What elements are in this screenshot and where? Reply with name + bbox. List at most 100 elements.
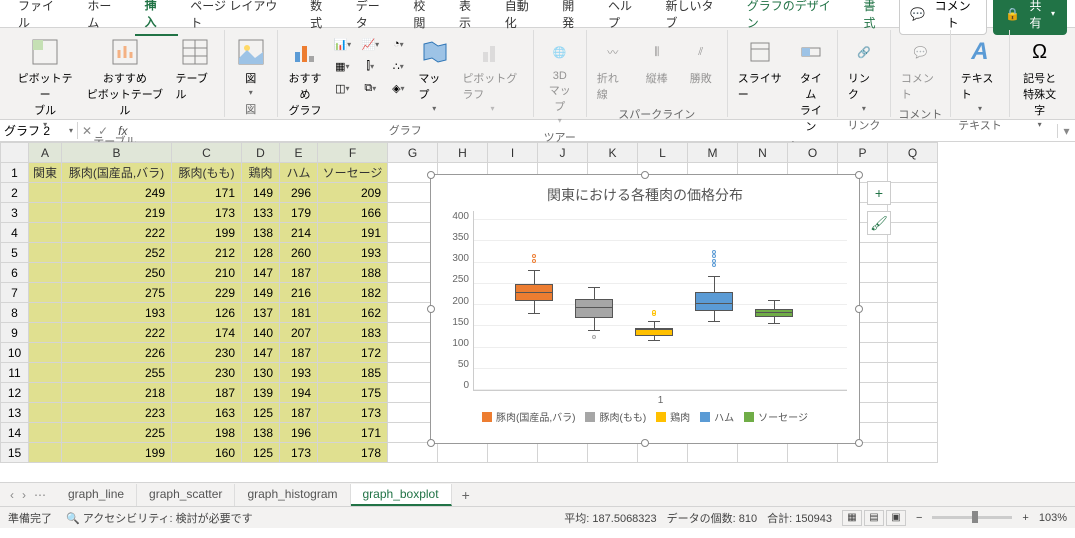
cell[interactable]: 172 <box>318 343 388 363</box>
cell[interactable]: 260 <box>280 243 318 263</box>
col-header-C[interactable]: C <box>172 143 242 163</box>
legend-item[interactable]: 豚肉(もも) <box>585 409 646 424</box>
worksheet-grid[interactable]: A B C D E F G H I J K L M N O P Q 1 関東 豚… <box>0 142 1075 482</box>
cell[interactable]: 193 <box>62 303 172 323</box>
cell[interactable]: 222 <box>62 223 172 243</box>
cell[interactable]: 196 <box>280 423 318 443</box>
cell[interactable]: 255 <box>62 363 172 383</box>
new-sheet-button[interactable]: + <box>452 487 480 503</box>
cell[interactable]: 140 <box>242 323 280 343</box>
sparkline-winloss-button[interactable]: ⫽勝敗 <box>681 34 721 88</box>
cell[interactable] <box>29 343 62 363</box>
tab-menu-icon[interactable]: ⋯ <box>34 488 46 502</box>
cell[interactable]: 199 <box>172 223 242 243</box>
cell[interactable]: 187 <box>172 383 242 403</box>
tab-next-icon[interactable]: › <box>22 488 26 502</box>
view-pagelayout-button[interactable]: ▤ <box>864 510 884 526</box>
legend-item[interactable]: 鶏肉 <box>656 409 690 424</box>
cell[interactable]: 194 <box>280 383 318 403</box>
row-header[interactable]: 7 <box>1 283 29 303</box>
cell[interactable]: 126 <box>172 303 242 323</box>
table-button[interactable]: テーブル <box>171 34 217 104</box>
pie-chart-button[interactable]: ◔▾ <box>386 34 410 54</box>
timeline-button[interactable]: タイム ライン <box>791 34 831 136</box>
chart-elements-button[interactable]: + <box>867 181 891 205</box>
cell[interactable]: 218 <box>62 383 172 403</box>
cell[interactable]: 173 <box>318 403 388 423</box>
row-header[interactable]: 10 <box>1 343 29 363</box>
cell[interactable]: 198 <box>172 423 242 443</box>
cell[interactable]: 125 <box>242 443 280 463</box>
cell[interactable]: 193 <box>318 243 388 263</box>
cell[interactable] <box>29 403 62 423</box>
recommend-pivot-button[interactable]: おすすめ ピボットテーブル <box>82 34 167 120</box>
map3d-button[interactable]: 🌐3D マップ▾ <box>540 34 580 127</box>
zoom-slider[interactable] <box>932 516 1012 519</box>
cell[interactable]: 171 <box>172 183 242 203</box>
col-header-B[interactable]: B <box>62 143 172 163</box>
chart-plot-area[interactable]: 1 <box>473 211 847 391</box>
cell[interactable]: 187 <box>280 343 318 363</box>
cell[interactable]: 147 <box>242 343 280 363</box>
zoom-out-button[interactable]: − <box>916 512 922 524</box>
cell[interactable]: 275 <box>62 283 172 303</box>
cell[interactable]: 252 <box>62 243 172 263</box>
cell[interactable]: 豚肉(国産品,バラ) <box>62 163 172 183</box>
hierarchy-chart-button[interactable]: ▦▾ <box>330 56 354 76</box>
col-header-I[interactable]: I <box>488 143 538 163</box>
cell[interactable] <box>29 203 62 223</box>
cell[interactable] <box>29 243 62 263</box>
zoom-level[interactable]: 103% <box>1039 512 1067 524</box>
cell[interactable] <box>29 223 62 243</box>
name-box[interactable]: グラフ 2▾ <box>0 122 78 139</box>
row-header[interactable]: 1 <box>1 163 29 183</box>
status-accessibility[interactable]: 🔍 アクセシビリティ: 検討が必要です <box>66 510 253 526</box>
cell[interactable] <box>29 383 62 403</box>
row-header[interactable]: 8 <box>1 303 29 323</box>
waterfall-chart-button[interactable]: ◫▾ <box>330 78 354 98</box>
cell[interactable]: 181 <box>280 303 318 323</box>
legend-item[interactable]: ハム <box>700 409 734 424</box>
row-header[interactable]: 11 <box>1 363 29 383</box>
cell[interactable] <box>29 443 62 463</box>
row-header[interactable]: 15 <box>1 443 29 463</box>
cell[interactable]: 関東 <box>29 163 62 183</box>
cell[interactable]: 230 <box>172 343 242 363</box>
legend-item[interactable]: ソーセージ <box>744 409 808 424</box>
cell[interactable]: 210 <box>172 263 242 283</box>
pivottable-button[interactable]: ピボットテー ブル▾ <box>12 34 78 131</box>
col-header-D[interactable]: D <box>242 143 280 163</box>
cell[interactable]: 豚肉(もも) <box>172 163 242 183</box>
col-header-N[interactable]: N <box>738 143 788 163</box>
resize-handle[interactable] <box>641 171 649 179</box>
cell[interactable]: 166 <box>318 203 388 223</box>
sparkline-column-button[interactable]: ⫼縦棒 <box>637 34 677 88</box>
cell[interactable] <box>29 263 62 283</box>
sparkline-line-button[interactable]: 〰折れ線 <box>593 34 633 104</box>
col-header-O[interactable]: O <box>788 143 838 163</box>
cell[interactable]: 230 <box>172 363 242 383</box>
insert-comment-button[interactable]: 💬コメント <box>897 34 944 104</box>
resize-handle[interactable] <box>855 171 863 179</box>
row-header[interactable]: 4 <box>1 223 29 243</box>
cell[interactable] <box>29 303 62 323</box>
chart-object[interactable]: + 🖌 関東における各種肉の価格分布 400350300250200150100… <box>430 174 860 444</box>
cell[interactable]: 209 <box>318 183 388 203</box>
cell[interactable]: 182 <box>318 283 388 303</box>
surface-chart-button[interactable]: ◈▾ <box>386 78 410 98</box>
fx-icon[interactable]: fx <box>112 124 133 138</box>
cell[interactable]: 171 <box>318 423 388 443</box>
scatter-chart-button[interactable]: ∴▾ <box>386 56 410 76</box>
col-header-K[interactable]: K <box>588 143 638 163</box>
col-header-F[interactable]: F <box>318 143 388 163</box>
cell[interactable]: 137 <box>242 303 280 323</box>
col-header-A[interactable]: A <box>29 143 62 163</box>
cell[interactable]: 133 <box>242 203 280 223</box>
col-header-M[interactable]: M <box>688 143 738 163</box>
cell[interactable]: 149 <box>242 283 280 303</box>
cell[interactable]: 229 <box>172 283 242 303</box>
sheet-tab[interactable]: graph_line <box>56 484 137 506</box>
maps-button[interactable]: マップ▾ <box>414 34 454 115</box>
row-header[interactable]: 3 <box>1 203 29 223</box>
cell[interactable]: 193 <box>280 363 318 383</box>
